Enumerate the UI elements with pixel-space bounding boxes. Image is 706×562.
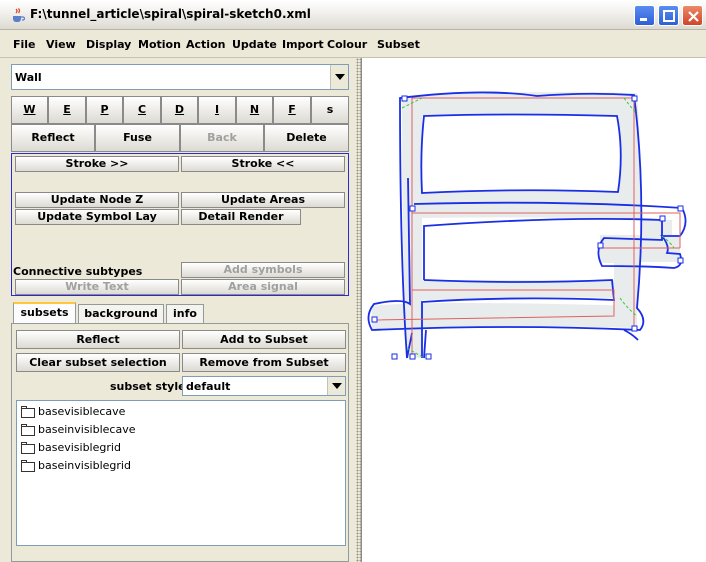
maximize-button[interactable] (658, 5, 679, 26)
linestyle-button-wall[interactable]: W (11, 96, 48, 124)
title-bar: F:\tunnel_article\spiral\spiral-sketch0.… (0, 0, 706, 30)
add-symbols-button[interactable]: Add symbols (181, 262, 345, 278)
tab-background[interactable]: background (78, 304, 164, 323)
chevron-down-icon (335, 74, 345, 80)
left-panel: Wall W E P C D I N F s Reflect Fuse Back… (0, 58, 356, 562)
wall-outline-inner-top (420, 113, 622, 194)
linestyle-button-detail[interactable]: D (161, 96, 198, 124)
connective-subtypes-label: Connective subtypes (13, 265, 143, 278)
fuse-button[interactable]: Fuse (95, 124, 180, 152)
close-icon (688, 11, 699, 22)
remove-from-subset-button[interactable]: Remove from Subset (182, 353, 346, 372)
update-areas-button[interactable]: Update Areas (181, 192, 345, 208)
minimize-button[interactable] (634, 5, 655, 26)
tree-node-label: basevisiblegrid (38, 441, 121, 454)
linestyle-button-connective[interactable]: N (236, 96, 273, 124)
window-title: F:\tunnel_article\spiral\spiral-sketch0.… (30, 7, 311, 21)
combo-arrow[interactable] (330, 65, 348, 89)
folder-icon (21, 442, 35, 454)
update-node-z-button[interactable]: Update Node Z (15, 192, 179, 208)
sketch-drawing (367, 91, 687, 360)
linestyle-button-estring[interactable]: E (48, 96, 86, 124)
sketch-canvas[interactable] (361, 58, 706, 562)
stroke-back-button[interactable]: Stroke << (181, 156, 345, 172)
linestyle-button-pitch[interactable]: P (86, 96, 123, 124)
linestyle-button-invisible[interactable]: I (198, 96, 236, 124)
tree-node-label: basevisiblecave (38, 405, 126, 418)
menu-action[interactable]: Action (186, 38, 225, 51)
linestyle-button-filled[interactable]: F (273, 96, 311, 124)
menu-bar: File View Display Motion Action Update I… (0, 30, 706, 58)
subset-style-value: default (186, 380, 231, 393)
tree-node-label: baseinvisiblegrid (38, 459, 131, 472)
subset-style-label: subset style: (110, 380, 190, 393)
menu-display[interactable]: Display (86, 38, 131, 51)
subset-reflect-button[interactable]: Reflect (16, 330, 180, 349)
close-button[interactable] (682, 5, 703, 26)
wall-outline-bottom-leg (406, 329, 639, 359)
folder-icon (21, 406, 35, 418)
linestyle-button-ceiling[interactable]: C (123, 96, 161, 124)
tree-horizontal-scrollbar[interactable] (16, 548, 346, 560)
tree-node-label: baseinvisiblecave (38, 423, 136, 436)
clear-subset-selection-button[interactable]: Clear subset selection (16, 353, 180, 372)
edit-panel: Stroke >> Stroke << Update Node Z Update… (11, 153, 349, 296)
menu-import[interactable]: Import (282, 38, 324, 51)
write-text-button[interactable]: Write Text (15, 279, 179, 295)
menu-motion[interactable]: Motion (138, 38, 181, 51)
subset-tree[interactable]: basevisiblecave baseinvisiblecave basevi… (16, 400, 346, 546)
tab-subsets[interactable]: subsets (13, 302, 76, 323)
tab-info[interactable]: info (166, 304, 204, 323)
folder-icon (21, 460, 35, 472)
area-signal-button[interactable]: Area signal (181, 279, 345, 295)
maximize-icon (663, 10, 675, 22)
add-to-subset-button[interactable]: Add to Subset (182, 330, 346, 349)
menu-subset[interactable]: Subset (377, 38, 420, 51)
stroke-forward-button[interactable]: Stroke >> (15, 156, 179, 172)
subset-style-combo[interactable]: default (182, 376, 346, 396)
minimize-icon (640, 18, 647, 21)
menu-colour[interactable]: Colour (327, 38, 367, 51)
linestyle-combo[interactable]: Wall (11, 64, 349, 90)
chevron-down-icon (332, 383, 342, 389)
subsets-tab-panel: Reflect Add to Subset Clear subset selec… (11, 323, 349, 562)
update-symbol-lay-button[interactable]: Update Symbol Lay (15, 209, 179, 225)
delete-button[interactable]: Delete (264, 124, 349, 152)
menu-update[interactable]: Update (232, 38, 277, 51)
menu-view[interactable]: View (46, 38, 76, 51)
linestyle-value: Wall (15, 71, 42, 84)
menu-file[interactable]: File (13, 38, 36, 51)
detail-render-button[interactable]: Detail Render (181, 209, 301, 225)
reflect-button[interactable]: Reflect (11, 124, 95, 152)
linestyle-button-s[interactable]: s (311, 96, 349, 124)
java-cup-icon (13, 8, 26, 22)
folder-icon (21, 424, 35, 436)
combo-arrow[interactable] (327, 377, 345, 395)
back-button[interactable]: Back (180, 124, 264, 152)
